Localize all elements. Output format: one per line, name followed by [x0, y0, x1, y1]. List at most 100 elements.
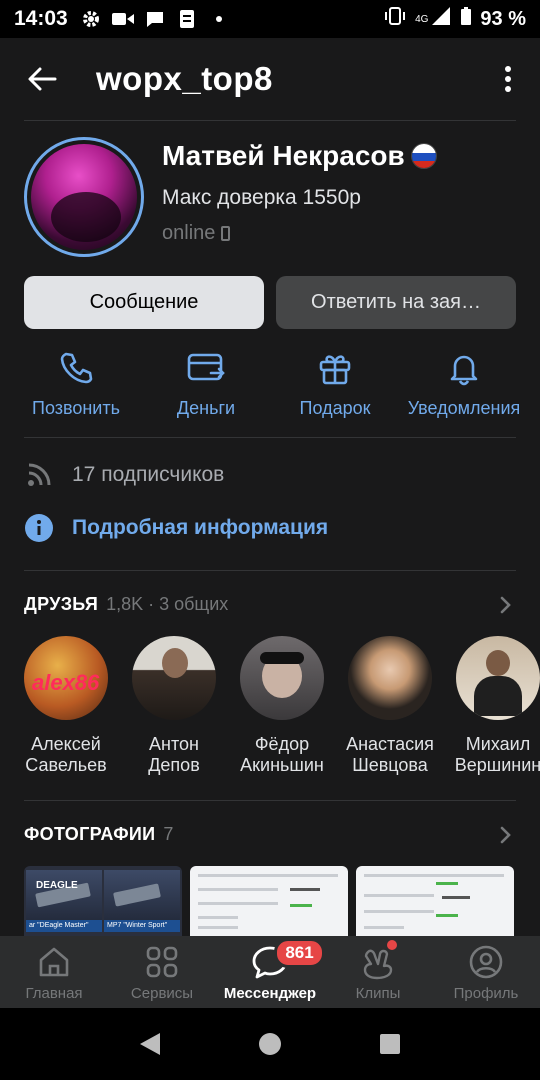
chat-bubble-icon: [144, 8, 166, 30]
friend-name: Антон Депов: [148, 734, 200, 775]
chevron-right-icon: [496, 825, 516, 845]
divider: [24, 570, 516, 571]
system-recents-button[interactable]: [370, 1024, 410, 1064]
friend-avatar: [240, 636, 324, 720]
tab-services-label: Сервисы: [130, 984, 194, 1002]
call-label: Позвонить: [32, 398, 120, 418]
photo-caption: MP7 "Winter Sport": [104, 920, 180, 932]
call-action[interactable]: Позвонить: [26, 348, 126, 419]
friend-avatar: alex86: [24, 636, 108, 720]
photos-title: ФОТОГРАФИИ: [24, 824, 156, 844]
photos-strip: DEAGLE ar "DEagle Master" MP7 "Winter Sp…: [24, 866, 540, 936]
profile-status: Макс доверка 1550р: [162, 186, 361, 209]
details-row[interactable]: Подробная информация: [24, 513, 328, 543]
money-icon: [186, 348, 226, 388]
friend-item[interactable]: Анастасия Шевцова: [336, 636, 444, 776]
document-icon: [176, 8, 198, 30]
phone-icon: [56, 348, 96, 388]
bottom-navigation: Главная Сервисы 861 Мессенджер Клипы Про…: [0, 936, 540, 1008]
friends-list: alex86 Алексей Савельев Антон Депов Фёдор А…: [0, 636, 540, 776]
services-grid-icon: [143, 943, 181, 981]
bell-icon: [444, 348, 484, 388]
tab-services[interactable]: Сервисы: [108, 936, 216, 1008]
messenger-badge: 861: [274, 938, 325, 968]
friend-name: Фёдор Акиньшин: [240, 734, 324, 775]
friends-count: 1,8K · 3 общих: [106, 594, 229, 614]
system-home-button[interactable]: [250, 1024, 290, 1064]
photo-thumb[interactable]: DEAGLE ar "DEagle Master" MP7 "Winter Sp…: [24, 866, 182, 936]
system-back-button[interactable]: [130, 1024, 170, 1064]
photos-header[interactable]: ФОТОГРАФИИ 7: [24, 824, 516, 845]
profile-name: Матвей Некрасов: [162, 140, 405, 171]
more-vertical-icon: [505, 66, 511, 92]
friend-avatar: [456, 636, 540, 720]
friend-item[interactable]: Антон Депов: [120, 636, 228, 776]
battery-icon: [460, 6, 472, 32]
notification-dot-icon: [208, 8, 230, 30]
arrow-left-icon: [28, 67, 57, 91]
tab-clips[interactable]: Клипы: [324, 936, 432, 1008]
friend-avatar: [132, 636, 216, 720]
tab-home[interactable]: Главная: [0, 936, 108, 1008]
russia-flag-icon: [410, 143, 437, 169]
status-bar: 14:03 4G 93 %: [0, 0, 540, 38]
divider: [24, 437, 516, 438]
message-button[interactable]: Сообщение: [24, 276, 264, 329]
followers-row[interactable]: 17 подписчиков: [24, 460, 224, 490]
battery-percent: 93 %: [480, 7, 526, 30]
photo-thumb[interactable]: [356, 866, 514, 936]
more-menu-button[interactable]: [496, 57, 520, 101]
tab-messenger-label: Мессенджер: [223, 984, 317, 1002]
profile-actions: Позвонить Деньги Подарок Уведомления: [0, 348, 540, 424]
back-button[interactable]: [20, 57, 64, 101]
rss-followers-icon: [24, 460, 54, 490]
profile-icon: [467, 943, 505, 981]
square-recents-icon: [380, 1034, 400, 1054]
home-icon: [35, 943, 73, 981]
clips-notification-dot: [386, 940, 397, 950]
chevron-right-icon: [496, 595, 516, 615]
tab-profile[interactable]: Профиль: [432, 936, 540, 1008]
photo-logo-text: DEAGLE: [36, 880, 78, 891]
mobile-device-icon: [221, 226, 231, 241]
tab-profile-label: Профиль: [453, 984, 519, 1002]
divider: [24, 120, 516, 121]
profile-name-row: Матвей Некрасов: [162, 140, 437, 172]
photo-caption: ar "DEagle Master": [26, 920, 102, 932]
online-status: online: [162, 222, 231, 245]
divider: [24, 800, 516, 801]
friend-name: Михаил Вершинин: [454, 734, 540, 775]
money-label: Деньги: [176, 398, 236, 418]
friend-name: Анастасия Шевцова: [346, 734, 434, 775]
photo-thumb[interactable]: [190, 866, 348, 936]
gift-label: Подарок: [299, 398, 371, 418]
friend-name: Алексей Савельев: [25, 734, 107, 775]
friends-title: ДРУЗЬЯ: [24, 594, 99, 614]
profile-header: wopx_top8: [0, 38, 540, 120]
gift-icon: [315, 348, 355, 388]
network-type: 4G: [415, 13, 429, 25]
signal-icon: [430, 6, 452, 32]
profile-avatar[interactable]: [24, 137, 144, 257]
tab-clips-label: Клипы: [355, 984, 401, 1002]
page-title: wopx_top8: [96, 60, 273, 97]
online-text: online: [162, 222, 216, 244]
circle-home-icon: [259, 1033, 281, 1055]
friend-item[interactable]: Михаил Вершинин: [444, 636, 540, 776]
friend-avatar-text: alex86: [32, 670, 100, 695]
info-icon: [24, 513, 54, 543]
money-action[interactable]: Деньги: [156, 348, 256, 419]
friend-item[interactable]: Фёдор Акиньшин: [228, 636, 336, 776]
friends-header[interactable]: ДРУЗЬЯ 1,8K · 3 общих: [24, 594, 516, 615]
photos-count: 7: [163, 824, 174, 844]
reply-request-button[interactable]: Ответить на зая…: [276, 276, 516, 329]
gift-action[interactable]: Подарок: [285, 348, 385, 419]
followers-text: 17 подписчиков: [72, 463, 225, 486]
notifications-label: Уведомления: [407, 398, 521, 418]
tab-messenger[interactable]: 861 Мессенджер: [216, 936, 325, 1008]
status-time: 14:03: [14, 7, 68, 30]
friend-item[interactable]: alex86 Алексей Савельев: [12, 636, 120, 776]
notifications-action[interactable]: Уведомления: [404, 348, 524, 419]
system-navigation-bar: [0, 1008, 540, 1080]
details-link: Подробная информация: [72, 516, 329, 539]
